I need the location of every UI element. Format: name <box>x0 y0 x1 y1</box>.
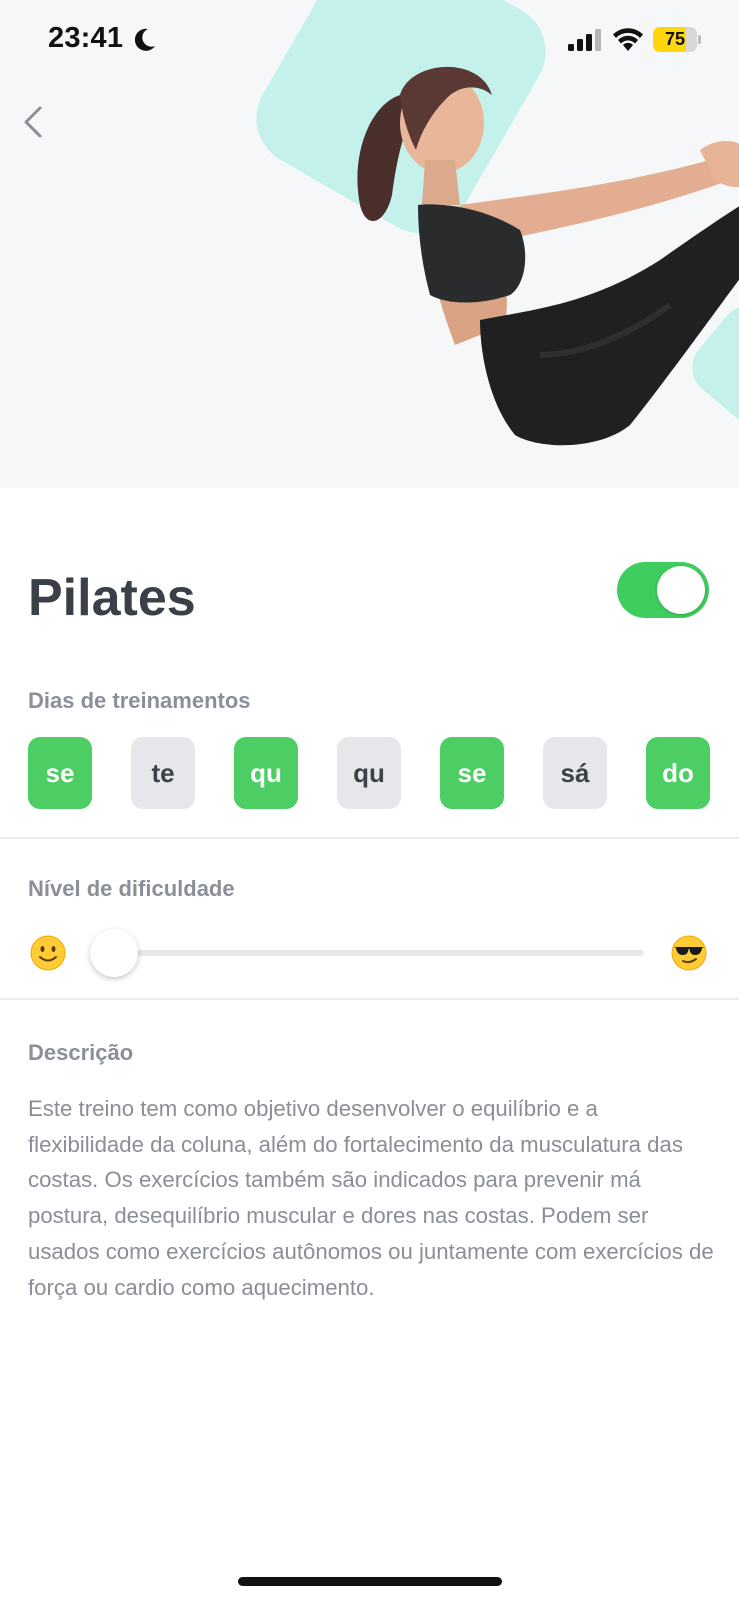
day-button-mon[interactable]: se <box>28 737 92 809</box>
back-button[interactable] <box>14 100 54 144</box>
day-button-sun[interactable]: do <box>646 737 710 809</box>
description-label: Descrição <box>28 1040 134 1065</box>
difficulty-slider-track[interactable] <box>110 950 644 956</box>
battery-icon: 75 <box>653 27 701 52</box>
page-title: Pilates <box>28 569 196 627</box>
signal-icon <box>568 29 601 51</box>
training-days-label: Dias de treinamentos <box>28 688 251 713</box>
divider <box>0 837 739 839</box>
wifi-icon <box>613 28 643 51</box>
training-days-selector: se te qu qu se sá do <box>28 737 712 809</box>
workout-enabled-toggle[interactable] <box>617 562 709 618</box>
day-button-thu[interactable]: qu <box>337 737 401 809</box>
sunglasses-face-emoji-icon <box>671 935 707 971</box>
day-button-tue[interactable]: te <box>131 737 195 809</box>
status-time: 23:41 <box>48 22 124 54</box>
home-indicator <box>238 1577 502 1586</box>
status-bar: 23:41 75 <box>0 0 739 82</box>
smiling-face-emoji-icon <box>30 935 66 971</box>
divider <box>0 998 739 1000</box>
moon-icon <box>134 28 155 51</box>
pilates-woman-illustration <box>357 66 739 446</box>
toggle-knob <box>657 566 705 614</box>
difficulty-slider-thumb[interactable] <box>90 929 138 977</box>
chevron-left-icon <box>24 106 42 138</box>
battery-level: 75 <box>664 29 686 49</box>
description-text: Este treino tem como objetivo desenvolve… <box>28 1096 714 1300</box>
day-button-fri[interactable]: se <box>440 737 504 809</box>
difficulty-label: Nível de dificuldade <box>28 876 235 901</box>
day-button-sat[interactable]: sá <box>543 737 607 809</box>
day-button-wed[interactable]: qu <box>234 737 298 809</box>
